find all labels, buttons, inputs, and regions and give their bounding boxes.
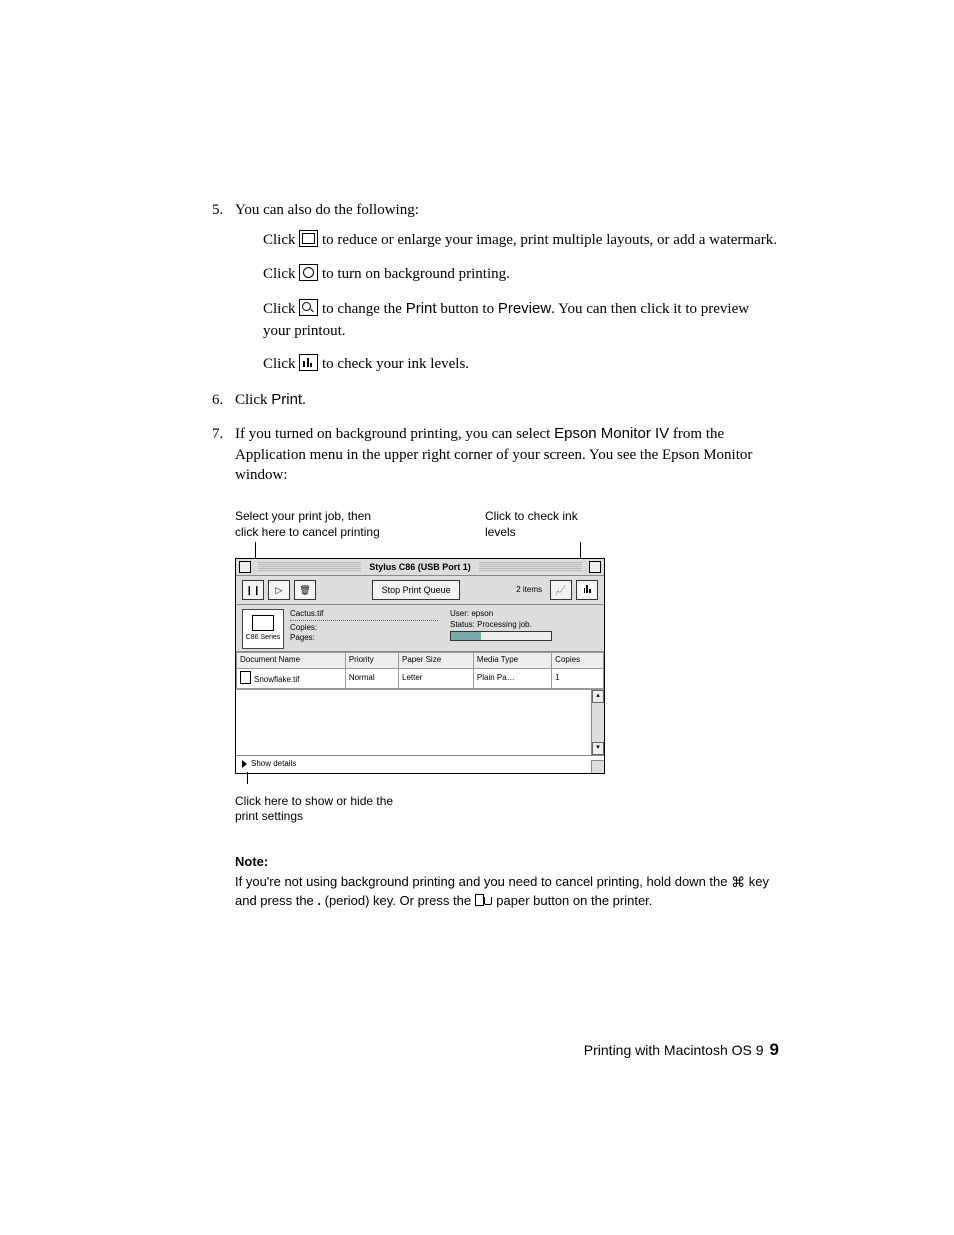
- background-print-icon: [299, 264, 318, 281]
- page-footer: Printing with Macintosh OS 99: [584, 1040, 779, 1060]
- stop-queue-button: Stop Print Queue: [372, 580, 460, 600]
- show-details-row: Show details: [236, 755, 604, 773]
- command-key-icon: ⌘: [731, 872, 745, 892]
- annotation-cancel: Select your print job, then click here t…: [235, 509, 385, 540]
- paper-button-icon: [475, 894, 493, 906]
- note-heading: Note:: [235, 853, 779, 872]
- disclosure-triangle-icon: [242, 760, 247, 768]
- close-box-icon: [239, 561, 251, 573]
- pause-button: ❙❙: [242, 580, 264, 600]
- window-title: Stylus C86 (USB Port 1): [365, 561, 475, 573]
- monitor-figure: Select your print job, then click here t…: [235, 509, 605, 825]
- note-block: Note: If you're not using background pri…: [235, 853, 779, 911]
- current-file: Cactus.tif: [290, 609, 438, 620]
- table-header-row: Document Name Priority Paper Size Media …: [237, 653, 604, 669]
- step5-c: Click to change the Print button to Prev…: [263, 298, 779, 343]
- job-list-area: ▴▾: [236, 689, 604, 755]
- pages-label: Pages:: [290, 633, 438, 643]
- layout-icon: [299, 230, 318, 247]
- document-icon: [240, 671, 251, 684]
- step-6: Click Print.: [227, 390, 779, 410]
- monitor-toolbar: ❙❙ ▷ 🗑 Stop Print Queue 2 items 📈: [236, 576, 604, 605]
- step-5: You can also do the following: Click to …: [227, 200, 779, 376]
- progress-bar: [450, 631, 552, 641]
- ink-button: [576, 580, 598, 600]
- preview-icon: [299, 299, 318, 316]
- ink-levels-icon: [299, 354, 318, 371]
- item-count: 2 items: [516, 585, 542, 596]
- step-7: If you turned on background printing, yo…: [227, 424, 779, 911]
- annotation-details: Click here to show or hide the print set…: [235, 794, 395, 825]
- epson-monitor-window: Stylus C86 (USB Port 1) ❙❙ ▷ 🗑 Stop Prin…: [235, 558, 605, 773]
- annotation-ink: Click to check ink levels: [485, 509, 605, 540]
- copies-label: Copies:: [290, 623, 438, 633]
- table-row: Snowflake.tif Normal Letter Plain Pa… 1: [237, 668, 604, 688]
- trash-button: 🗑: [294, 580, 316, 600]
- jobs-table: Document Name Priority Paper Size Media …: [236, 652, 604, 689]
- printer-icon: C86 Series: [242, 609, 284, 649]
- job-info: C86 Series Cactus.tif Copies: Pages: Use…: [236, 605, 604, 652]
- window-titlebar: Stylus C86 (USB Port 1): [236, 559, 604, 576]
- step5-a: Click to reduce or enlarge your image, p…: [263, 230, 779, 252]
- resume-button: ▷: [268, 580, 290, 600]
- status-button: 📈: [550, 580, 572, 600]
- step5-intro: You can also do the following:: [235, 202, 419, 218]
- step5-b: Click to turn on background printing.: [263, 264, 779, 286]
- collapse-box-icon: [589, 561, 601, 573]
- scrollbar: ▴▾: [591, 690, 604, 755]
- resize-handle-icon: [591, 760, 604, 773]
- step5-d: Click to check your ink levels.: [263, 354, 779, 376]
